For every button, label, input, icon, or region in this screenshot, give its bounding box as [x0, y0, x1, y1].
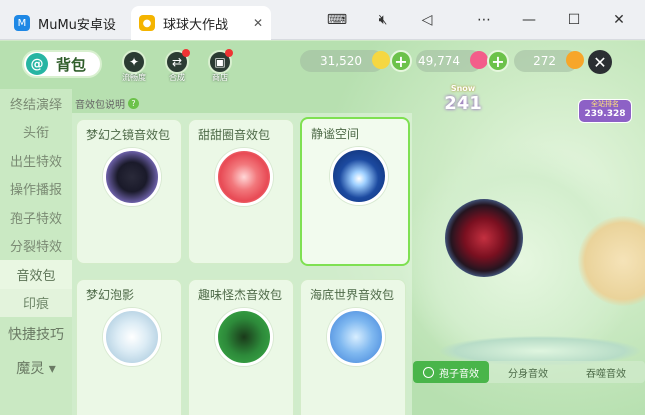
sound-type-switch: 孢子音效 分身音效 吞噬音效 — [413, 361, 645, 383]
close-tab-icon[interactable]: ✕ — [253, 16, 263, 30]
candy-icon — [470, 51, 488, 69]
sidebar-item-imprint[interactable]: 印痕 — [0, 288, 72, 317]
back-icon[interactable]: ◁ — [414, 8, 440, 32]
tab-game[interactable]: ● 球球大作战 ✕ — [131, 6, 271, 40]
close-panel-button[interactable]: ✕ — [588, 50, 612, 74]
card-title: 静谧空间 — [311, 127, 360, 141]
sidebar-item-title[interactable]: 头衔 — [0, 118, 72, 147]
game-logo-icon: ● — [139, 15, 155, 31]
top-icon-shop[interactable]: ▣ 商店 — [203, 49, 237, 83]
split-sound-tab[interactable]: 分身音效 — [489, 365, 567, 380]
card-sea-world[interactable]: 海底世界音效包 — [300, 279, 406, 415]
sidebar-item-split-effect[interactable]: 分裂特效 — [0, 232, 72, 261]
tab-label: MuMu安卓设 — [38, 17, 116, 33]
note-disc-icon — [103, 148, 161, 206]
top-icon-shuffle[interactable]: ⇄ 合成 — [160, 49, 194, 83]
monster-disc-icon — [215, 308, 273, 366]
title-bar: M MuMu安卓设 ● 球球大作战 ✕ ⌨ 🔇︎ ◁ ⋯ — ☐ ✕ — [0, 0, 645, 40]
sidebar-item-broadcast[interactable]: 操作播报 — [0, 175, 72, 204]
badge-number: 241 — [444, 93, 482, 114]
notification-dot — [225, 49, 233, 57]
sidebar-item-spore-effect[interactable]: 孢子特效 — [0, 203, 72, 232]
currency-value: 31,520 — [320, 54, 362, 68]
more-icon[interactable]: ⋯ — [471, 8, 497, 32]
currency-value: 272 — [533, 54, 556, 68]
game-screen: @ 背包 ✦ 流畅度 ⇄ 合成 ▣ 商店 31,520 + 49,774 + 2… — [0, 41, 645, 415]
card-title: 海底世界音效包 — [310, 288, 395, 302]
keyboard-icon[interactable]: ⌨ — [324, 8, 350, 32]
rank-badge[interactable]: Snow 241 — [440, 84, 486, 126]
mute-icon[interactable]: 🔇︎ — [370, 8, 396, 32]
currency-2: 49,774 — [416, 50, 488, 72]
card-title: 趣味怪杰音效包 — [198, 288, 283, 302]
dolphin-disc-icon — [327, 308, 385, 366]
sidebar-item-spirit[interactable]: 魔灵 ▾ — [0, 351, 72, 385]
sparkle-icon: ✦ — [122, 50, 146, 74]
badge-number: 239.328 — [584, 109, 626, 119]
card-title: 梦幻之镜音效包 — [86, 128, 171, 142]
tab-mumu[interactable]: M MuMu安卓设 — [6, 6, 126, 40]
card-title: 梦幻泡影 — [86, 288, 135, 302]
spore-sound-tab[interactable]: 孢子音效 — [413, 361, 489, 383]
bubble-disc-icon — [103, 308, 161, 366]
window-close-icon[interactable]: ✕ — [606, 8, 632, 32]
card-fun-monster[interactable]: 趣味怪杰音效包 — [188, 279, 294, 415]
card-dream-bubble[interactable]: 梦幻泡影 — [76, 279, 182, 415]
sidebar-item-spawn-effect[interactable]: 出生特效 — [0, 146, 72, 175]
coin-icon — [566, 51, 584, 69]
sidebar-item-shortcuts[interactable]: 快捷技巧 — [0, 317, 72, 351]
mumu-logo-icon: M — [14, 15, 30, 31]
top-icon-sparkle[interactable]: ✦ 流畅度 — [117, 50, 151, 83]
back-button[interactable]: @ 背包 — [22, 50, 102, 78]
card-silent-space[interactable]: 静谧空间 — [300, 117, 410, 266]
minimize-icon[interactable]: — — [516, 8, 542, 32]
tab-label: 球球大作战 — [163, 17, 229, 33]
shop-icon: ▣ — [208, 49, 233, 74]
back-label: 背包 — [56, 55, 87, 74]
badge-title: 全站排名 — [591, 100, 619, 108]
help-label: 音效包说明 — [75, 100, 125, 111]
donut-disc-icon — [215, 148, 273, 206]
eat-sound-tab[interactable]: 吞噬音效 — [567, 365, 645, 380]
swirl-icon: @ — [26, 53, 48, 75]
sidebar-item-sound-pack[interactable]: 音效包 — [0, 260, 72, 289]
card-title: 甜甜圈音效包 — [198, 128, 271, 142]
tab-label: 孢子音效 — [439, 368, 479, 380]
gem-icon — [372, 51, 390, 69]
badge-title: Snow — [450, 84, 476, 93]
currency-1: 31,520 — [300, 50, 390, 72]
preview-vortex — [445, 199, 523, 277]
question-icon: ? — [128, 98, 139, 109]
toggle-icon — [423, 366, 434, 378]
maximize-icon[interactable]: ☐ — [561, 8, 587, 32]
sidebar-item-finish[interactable]: 终结演绎 — [0, 89, 72, 118]
sidebar: 终结演绎 头衔 出生特效 操作播报 孢子特效 分裂特效 音效包 印痕 快捷技巧 … — [0, 89, 72, 415]
card-donut[interactable]: 甜甜圈音效包 — [188, 119, 294, 264]
card-dream-mirror[interactable]: 梦幻之镜音效包 — [76, 119, 182, 264]
currency-3: 272 — [514, 50, 584, 72]
add-currency-1-button[interactable]: + — [390, 50, 412, 72]
global-rank-badge[interactable]: 全站排名 239.328 — [578, 99, 632, 123]
moon-disc-icon — [330, 147, 388, 205]
help-link[interactable]: 音效包说明 ? — [75, 96, 139, 111]
sound-pack-grid: 梦幻之镜音效包 甜甜圈音效包 静谧空间 梦幻泡影 趣味怪杰音效包 海底世界音效包 — [72, 113, 412, 415]
shuffle-icon: ⇄ — [165, 49, 190, 74]
notification-dot — [182, 49, 190, 57]
add-currency-2-button[interactable]: + — [487, 50, 509, 72]
currency-value: 49,774 — [418, 54, 460, 68]
